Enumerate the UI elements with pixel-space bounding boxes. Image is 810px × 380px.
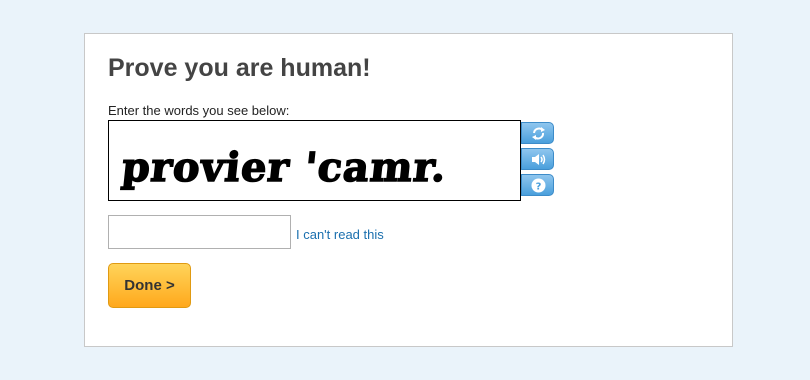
audio-button[interactable] xyxy=(521,148,554,170)
refresh-icon xyxy=(532,127,545,140)
cant-read-link[interactable]: I can't read this xyxy=(296,227,384,242)
captcha-panel: Prove you are human! Enter the words you… xyxy=(84,33,733,347)
page-title: Prove you are human! xyxy=(108,54,371,82)
done-button[interactable]: Done > xyxy=(108,263,191,308)
help-icon: ? xyxy=(531,178,546,193)
svg-text:?: ? xyxy=(536,182,542,193)
captcha-distorted-text: provier 'camr. xyxy=(120,144,450,191)
help-button[interactable]: ? xyxy=(521,174,554,196)
captcha-image: provier 'camr. xyxy=(108,120,521,201)
refresh-button[interactable] xyxy=(521,122,554,144)
captcha-answer-input[interactable] xyxy=(108,215,291,249)
instructions-label: Enter the words you see below: xyxy=(108,103,290,118)
audio-icon xyxy=(532,154,546,165)
